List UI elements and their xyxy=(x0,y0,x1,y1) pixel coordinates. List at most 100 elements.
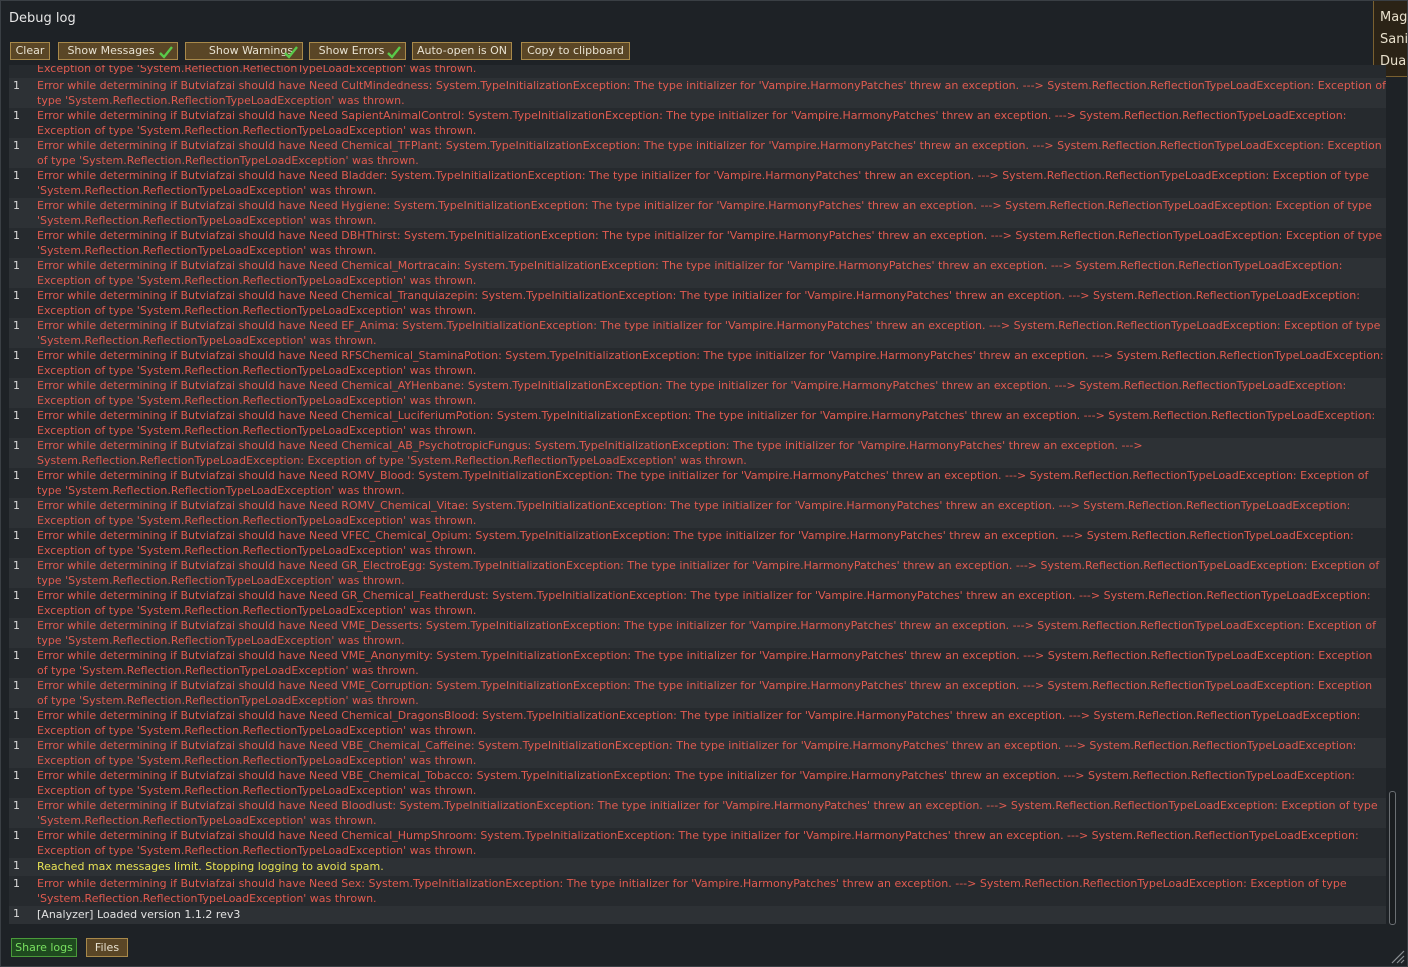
log-message: Error while determining if Butviafzai sh… xyxy=(37,259,1343,287)
checkmark-icon xyxy=(284,46,298,59)
log-row[interactable]: 1 Error while determining if Butviafzai s… xyxy=(9,498,1386,528)
log-row[interactable]: 1 Error while determining if Butviafzai s… xyxy=(9,648,1386,678)
log-row[interactable]: 1 Error while determining if Butviafzai s… xyxy=(9,348,1386,378)
log-row[interactable]: 1 Error while determining if Butviafzai s… xyxy=(9,588,1386,618)
log-row[interactable]: 1 Error while determining if Butviafzai s… xyxy=(9,876,1386,906)
log-count: 1 xyxy=(13,619,20,632)
log-row[interactable]: 1 Error while determining if Butviafzai s… xyxy=(9,258,1386,288)
log-count: 1 xyxy=(13,349,20,362)
log-row[interactable]: 1 [Analyzer] Loaded version 1.1.2 rev3 xyxy=(9,906,1386,924)
log-row[interactable]: 1 Error while determining if Butviafzai s… xyxy=(9,558,1386,588)
log-count: 1 xyxy=(13,679,20,692)
log-count: 1 xyxy=(13,907,20,920)
log-row[interactable]: 1 Error while determining if Butviafzai s… xyxy=(9,618,1386,648)
log-message: Exception of type 'System.Reflection.Ref… xyxy=(37,65,477,75)
show-errors-toggle[interactable]: Show Errors xyxy=(309,42,406,60)
log-message: [Analyzer] Loaded version 1.1.2 rev3 xyxy=(37,908,241,921)
show-errors-label: Show Errors xyxy=(318,44,385,57)
log-count: 1 xyxy=(13,559,20,572)
log-message: Error while determining if Butviafzai sh… xyxy=(37,589,1371,617)
copy-to-clipboard-button[interactable]: Copy to clipboard xyxy=(521,42,630,60)
log-row[interactable]: 1 Error while determining if Butviafzai s… xyxy=(9,108,1386,138)
log-count: 1 xyxy=(13,439,20,452)
show-warnings-toggle[interactable]: Show Warnings xyxy=(185,42,303,60)
side-tab-line: Sani xyxy=(1380,32,1407,47)
share-logs-button[interactable]: Share logs xyxy=(11,938,77,957)
log-row[interactable]: 1 Error while determining if Butviafzai s… xyxy=(9,408,1386,438)
log-count: 1 xyxy=(13,859,20,872)
log-row[interactable]: 1 Error while determining if Butviafzai s… xyxy=(9,468,1386,498)
copy-label: Copy to clipboard xyxy=(527,44,624,57)
clear-button[interactable]: Clear xyxy=(10,42,50,60)
log-count: 1 xyxy=(13,79,20,92)
log-message: Error while determining if Butviafzai sh… xyxy=(37,829,1359,857)
log-row[interactable]: 1 Error while determining if Butviafzai s… xyxy=(9,138,1386,168)
log-message: Error while determining if Butviafzai sh… xyxy=(37,469,1369,497)
log-row[interactable]: 1 Error while determining if Butviafzai s… xyxy=(9,528,1386,558)
log-row[interactable]: 1 Error while determining if Butviafzai s… xyxy=(9,288,1386,318)
log-count: 1 xyxy=(13,799,20,812)
log-message: Error while determining if Butviafzai sh… xyxy=(37,529,1354,557)
log-row[interactable]: 1 Error while determining if Butviafzai s… xyxy=(9,228,1386,258)
files-button[interactable]: Files xyxy=(86,938,128,957)
log-message: Error while determining if Butviafzai sh… xyxy=(37,679,1373,707)
log-row[interactable]: 1 Error while determining if Butviafzai s… xyxy=(9,828,1386,858)
checkmark-icon xyxy=(159,46,173,59)
log-row[interactable]: 1 Error while determining if Butviafzai s… xyxy=(9,678,1386,708)
log-message: Error while determining if Butviafzai sh… xyxy=(37,379,1347,407)
resize-grip-icon[interactable] xyxy=(1389,948,1405,964)
show-warnings-label: Show Warnings xyxy=(208,44,294,57)
log-row[interactable]: 1 Error while determining if Butviafzai s… xyxy=(9,378,1386,408)
show-messages-toggle[interactable]: Show Messages xyxy=(58,42,178,60)
auto-open-label: Auto-open is ON xyxy=(416,44,508,57)
log-count: 1 xyxy=(13,409,20,422)
log-count: 1 xyxy=(13,169,20,182)
log-message: Error while determining if Butviafzai sh… xyxy=(37,769,1355,797)
log-count: 1 xyxy=(13,769,20,782)
log-message: Error while determining if Butviafzai sh… xyxy=(37,877,1347,905)
scrollbar-thumb[interactable] xyxy=(1389,791,1396,925)
log-count: 1 xyxy=(13,829,20,842)
log-message: Error while determining if Butviafzai sh… xyxy=(37,169,1369,197)
log-count: 1 xyxy=(13,649,20,662)
log-row-partial[interactable]: Exception of type 'System.Reflection.Ref… xyxy=(9,65,1386,78)
log-count: 1 xyxy=(13,589,20,602)
log-message: Error while determining if Butviafzai sh… xyxy=(37,139,1382,167)
auto-open-toggle[interactable]: Auto-open is ON xyxy=(412,42,512,60)
log-message: Error while determining if Butviafzai sh… xyxy=(37,199,1372,227)
log-row[interactable]: 1 Error while determining if Butviafzai s… xyxy=(9,708,1386,738)
log-row[interactable]: 1 Error while determining if Butviafzai s… xyxy=(9,318,1386,348)
log-message: Error while determining if Butviafzai sh… xyxy=(37,649,1373,677)
show-messages-label: Show Messages xyxy=(67,44,155,57)
log-row[interactable]: 1 Error while determining if Butviafzai s… xyxy=(9,438,1386,468)
log-list[interactable]: Exception of type 'System.Reflection.Ref… xyxy=(9,65,1386,925)
log-count: 1 xyxy=(13,709,20,722)
log-row[interactable]: 1 Error while determining if Butviafzai s… xyxy=(9,768,1386,798)
log-message: Error while determining if Butviafzai sh… xyxy=(37,559,1380,587)
log-message: Error while determining if Butviafzai sh… xyxy=(37,799,1378,827)
log-count: 1 xyxy=(13,229,20,242)
window-title: Debug log xyxy=(9,11,76,26)
side-tab-line: Mag xyxy=(1380,10,1407,25)
debug-log-window: Debug log Mag Sani Dua Clear Show Messag… xyxy=(0,0,1408,967)
log-row[interactable]: 1 Reached max messages limit. Stopping lo… xyxy=(9,858,1386,876)
log-count: 1 xyxy=(13,469,20,482)
log-message: Error while determining if Butviafzai sh… xyxy=(37,619,1376,647)
log-row[interactable]: 1 Error while determining if Butviafzai s… xyxy=(9,198,1386,228)
log-count: 1 xyxy=(13,529,20,542)
log-row[interactable]: 1 Error while determining if Butviafzai s… xyxy=(9,738,1386,768)
checkmark-icon xyxy=(387,46,401,59)
log-row[interactable]: 1 Error while determining if Butviafzai s… xyxy=(9,168,1386,198)
log-row[interactable]: 1 Error while determining if Butviafzai s… xyxy=(9,798,1386,828)
log-count: 1 xyxy=(13,139,20,152)
log-message: Error while determining if Butviafzai sh… xyxy=(37,289,1360,317)
log-message: Error while determining if Butviafzai sh… xyxy=(37,349,1384,377)
log-message: Error while determining if Butviafzai sh… xyxy=(37,409,1376,437)
log-count: 1 xyxy=(13,289,20,302)
log-count: 1 xyxy=(13,877,20,890)
log-message: Error while determining if Butviafzai sh… xyxy=(37,499,1351,527)
log-message: Error while determining if Butviafzai sh… xyxy=(37,229,1383,257)
log-message: Error while determining if Butviafzai sh… xyxy=(37,79,1386,107)
share-logs-label: Share logs xyxy=(15,941,73,954)
log-row[interactable]: 1 Error while determining if Butviafzai s… xyxy=(9,78,1386,108)
